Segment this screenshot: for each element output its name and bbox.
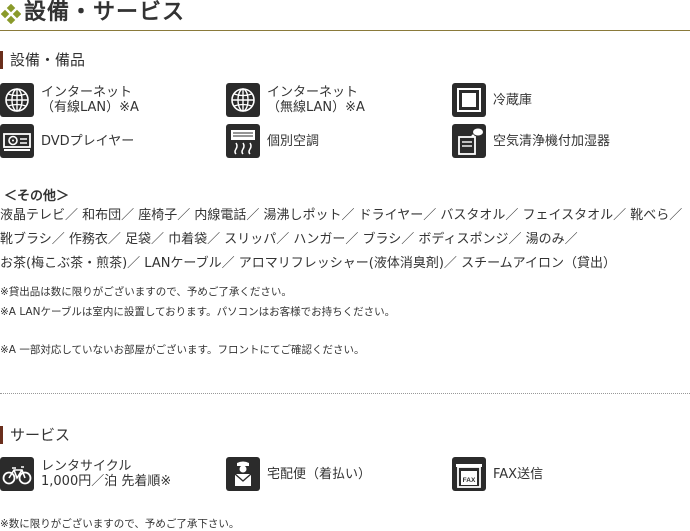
section-divider — [0, 393, 690, 394]
feature-dvd-player: DVDプレイヤー — [0, 124, 220, 158]
note-text: ※A 一部対応していないお部屋がございます。フロントにてご確認ください。 — [0, 344, 365, 356]
fax-icon: FAX — [452, 457, 486, 491]
note-text: ※貸出品は数に限りがございますので、予めご了承ください。 — [0, 286, 292, 298]
delivery-icon — [226, 457, 260, 491]
feature-label: 冷蔵庫 — [493, 93, 533, 108]
feature-air-purifier: 空気清浄機付加湿器 — [452, 124, 682, 158]
feature-air-conditioning: 個別空調 — [226, 124, 446, 158]
bicycle-icon — [0, 457, 34, 491]
others-line: お茶(梅こぶ茶・煎茶)／ LANケーブル／ アロマリフレッシャー(液体消臭剤)／… — [0, 256, 617, 271]
dvd-player-icon — [0, 124, 34, 158]
page-title: 設備・サービス — [24, 0, 186, 25]
others-line: 靴ブラシ／ 作務衣／ 足袋／ 巾着袋／ スリッパ／ ハンガー／ ブラシ／ ボディ… — [0, 232, 578, 247]
others-line: 液晶テレビ／ 和布団／ 座椅子／ 内線電話／ 湯沸しポット／ ドライヤー／ バス… — [0, 208, 683, 223]
service-label: レンタサイクル — [41, 459, 132, 474]
feature-wireless-lan: インターネット （無線LAN）※A — [226, 83, 446, 117]
service-label: 宅配便（着払い） — [267, 467, 372, 482]
note-text: ※A LANケーブルは室内に設置しております。パソコンはお客様でお持ちください。 — [0, 306, 396, 318]
feature-sublabel: （有線LAN）※A — [41, 100, 139, 115]
services-heading: サービス — [0, 426, 70, 444]
refrigerator-icon — [452, 83, 486, 117]
feature-label: インターネット — [41, 85, 133, 100]
service-delivery: 宅配便（着払い） — [226, 457, 446, 491]
air-conditioner-icon — [226, 124, 260, 158]
feature-label: 空気清浄機付加湿器 — [493, 134, 611, 149]
diamond-bullet-icon — [1, 4, 21, 24]
feature-label: インターネット — [267, 85, 359, 100]
feature-label: 個別空調 — [267, 134, 320, 149]
air-purifier-icon — [452, 124, 486, 158]
service-rental-bicycle: レンタサイクル 1,000円／泊 先着順※ — [0, 457, 220, 491]
service-note: ※数に限りがございますので、予めご了承下さい。 — [0, 518, 240, 530]
equipment-heading: 設備・備品 — [0, 51, 85, 69]
feature-refrigerator: 冷蔵庫 — [452, 83, 672, 117]
feature-wired-lan: インターネット （有線LAN）※A — [0, 83, 220, 117]
service-fax: FAX FAX送信 — [452, 457, 672, 491]
service-label: FAX送信 — [493, 467, 544, 482]
feature-label: DVDプレイヤー — [41, 134, 135, 149]
service-sublabel: 1,000円／泊 先着順※ — [41, 474, 172, 489]
feature-sublabel: （無線LAN）※A — [267, 100, 365, 115]
globe-icon — [0, 83, 34, 117]
others-heading: ＜その他＞ — [4, 189, 70, 204]
page-title-bar: 設備・サービス — [0, 0, 690, 31]
globe-icon — [226, 83, 260, 117]
svg-text:FAX: FAX — [463, 477, 476, 484]
